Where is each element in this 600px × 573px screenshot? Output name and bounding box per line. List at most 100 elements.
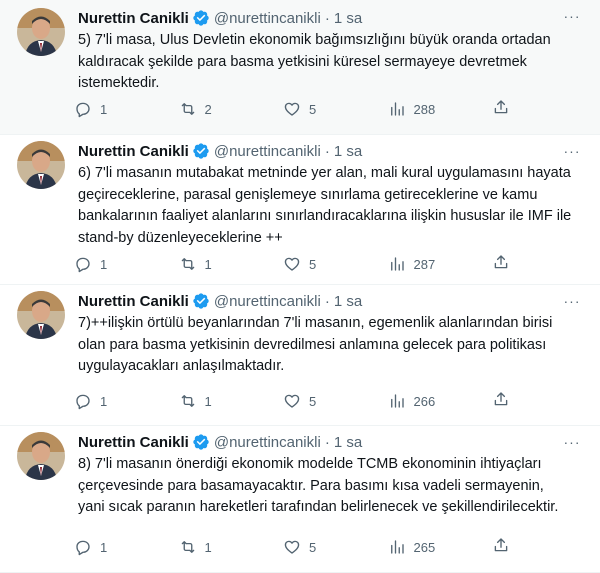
bar-chart-icon: [390, 540, 404, 554]
views-button[interactable]: 288: [388, 100, 482, 118]
reply-button[interactable]: 1: [74, 255, 168, 273]
separator: ·: [324, 9, 330, 27]
share-arrow-icon: [494, 254, 508, 268]
speech-bubble-icon: [76, 394, 90, 410]
view-count: 266: [413, 393, 436, 409]
reply-count: 1: [100, 539, 108, 555]
retweet-arrows-icon: [181, 395, 194, 407]
tweet-header: Nurettin Canikli @nurettincanikli · 1 sa: [78, 431, 572, 453]
like-button[interactable]: 5: [283, 538, 377, 556]
retweet-button[interactable]: 2: [179, 100, 273, 118]
heart-icon: [284, 394, 300, 408]
share-button[interactable]: [492, 253, 510, 276]
speech-bubble-icon: [76, 102, 90, 118]
reply-button[interactable]: 1: [74, 392, 168, 410]
tweet-text: 6) 7'li masanın mutabakat metninde yer a…: [78, 165, 572, 246]
more-dots-icon[interactable]: ···: [562, 6, 582, 26]
retweet-count: 1: [204, 539, 212, 555]
like-count: 5: [309, 101, 317, 117]
reply-count: 1: [100, 393, 108, 409]
like-count: 5: [309, 256, 317, 272]
timestamp[interactable]: 1 sa: [334, 293, 362, 310]
tweet[interactable]: ··· Nurettin Canikli @nurettincanikli · …: [0, 285, 600, 426]
retweet-button[interactable]: 1: [179, 255, 273, 273]
like-count: 5: [309, 539, 317, 555]
timestamp[interactable]: 1 sa: [334, 143, 362, 160]
heart-icon: [284, 257, 300, 271]
bar-chart-icon: [390, 394, 404, 408]
reply-button[interactable]: 1: [74, 100, 168, 118]
author-name[interactable]: Nurettin Canikli: [78, 434, 189, 451]
views-button[interactable]: 265: [388, 538, 482, 556]
retweet-count: 1: [204, 393, 212, 409]
author-name[interactable]: Nurettin Canikli: [78, 293, 189, 310]
avatar[interactable]: [17, 291, 65, 339]
tweet-thread: ··· Nurettin Canikli @nurettincanikli · …: [0, 0, 600, 573]
avatar[interactable]: [17, 432, 65, 480]
author-name[interactable]: Nurettin Canikli: [78, 143, 189, 160]
reply-button[interactable]: 1: [74, 538, 168, 556]
like-count: 5: [309, 393, 317, 409]
tweet[interactable]: ··· Nurettin Canikli @nurettincanikli · …: [0, 0, 600, 135]
more-dots-icon[interactable]: ···: [562, 432, 582, 452]
share-button[interactable]: [492, 98, 510, 121]
heart-icon: [284, 102, 300, 116]
author-handle[interactable]: @nurettincanikli: [214, 293, 321, 310]
timestamp[interactable]: 1 sa: [334, 10, 362, 27]
bar-chart-icon: [390, 257, 404, 271]
heart-icon: [284, 540, 300, 554]
retweet-button[interactable]: 1: [179, 392, 273, 410]
avatar[interactable]: [17, 8, 65, 56]
author-name[interactable]: Nurettin Canikli: [78, 10, 189, 27]
speech-bubble-icon: [76, 540, 90, 556]
more-dots-icon[interactable]: ···: [562, 291, 582, 311]
verified-badge-icon: [193, 143, 209, 159]
verified-badge-icon: [193, 10, 209, 26]
retweet-button[interactable]: 1: [179, 538, 273, 556]
tweet[interactable]: ··· Nurettin Canikli @nurettincanikli · …: [0, 426, 600, 573]
more-dots-icon[interactable]: ···: [562, 141, 582, 161]
share-arrow-icon: [494, 391, 508, 405]
tweet-header: Nurettin Canikli @nurettincanikli · 1 sa: [78, 7, 572, 29]
retweet-arrows-icon: [181, 541, 194, 553]
tweet-text: 5) 7'li masa, Ulus Devletin ekonomik bağ…: [78, 32, 551, 91]
tweet-header: Nurettin Canikli @nurettincanikli · 1 sa: [78, 140, 572, 162]
author-handle[interactable]: @nurettincanikli: [214, 143, 321, 160]
share-arrow-icon: [494, 99, 508, 113]
timestamp[interactable]: 1 sa: [334, 434, 362, 451]
action-bar: 1 1 5 265: [74, 536, 510, 558]
avatar[interactable]: [17, 141, 65, 189]
author-handle[interactable]: @nurettincanikli: [214, 434, 321, 451]
retweet-count: 1: [204, 256, 212, 272]
share-button[interactable]: [492, 536, 510, 559]
view-count: 287: [413, 256, 436, 272]
tweet-text: 8) 7'li masanın önerdiği ekonomik modeld…: [78, 456, 559, 515]
tweet[interactable]: ··· Nurettin Canikli @nurettincanikli · …: [0, 135, 600, 285]
tweet-text: 7)++ilişkin örtülü beyanlarından 7'li ma…: [78, 315, 553, 374]
action-bar: 1 1 5 266: [74, 390, 510, 412]
verified-badge-icon: [193, 293, 209, 309]
retweet-arrows-icon: [181, 103, 194, 115]
author-handle[interactable]: @nurettincanikli: [214, 10, 321, 27]
like-button[interactable]: 5: [283, 100, 377, 118]
like-button[interactable]: 5: [283, 255, 377, 273]
view-count: 288: [413, 101, 436, 117]
verified-badge-icon: [193, 434, 209, 450]
like-button[interactable]: 5: [283, 392, 377, 410]
bar-chart-icon: [390, 102, 404, 116]
tweet-header: Nurettin Canikli @nurettincanikli · 1 sa: [78, 290, 572, 312]
reply-count: 1: [100, 256, 108, 272]
separator: ·: [324, 433, 330, 451]
retweet-arrows-icon: [181, 258, 194, 270]
action-bar: 1 2 5 288: [74, 98, 510, 120]
views-button[interactable]: 266: [388, 392, 482, 410]
reply-count: 1: [100, 101, 108, 117]
speech-bubble-icon: [76, 257, 90, 273]
retweet-count: 2: [204, 101, 212, 117]
action-bar: 1 1 5 287: [74, 253, 510, 275]
separator: ·: [324, 292, 330, 310]
views-button[interactable]: 287: [388, 255, 482, 273]
view-count: 265: [413, 539, 436, 555]
share-button[interactable]: [492, 390, 510, 413]
separator: ·: [324, 142, 330, 160]
